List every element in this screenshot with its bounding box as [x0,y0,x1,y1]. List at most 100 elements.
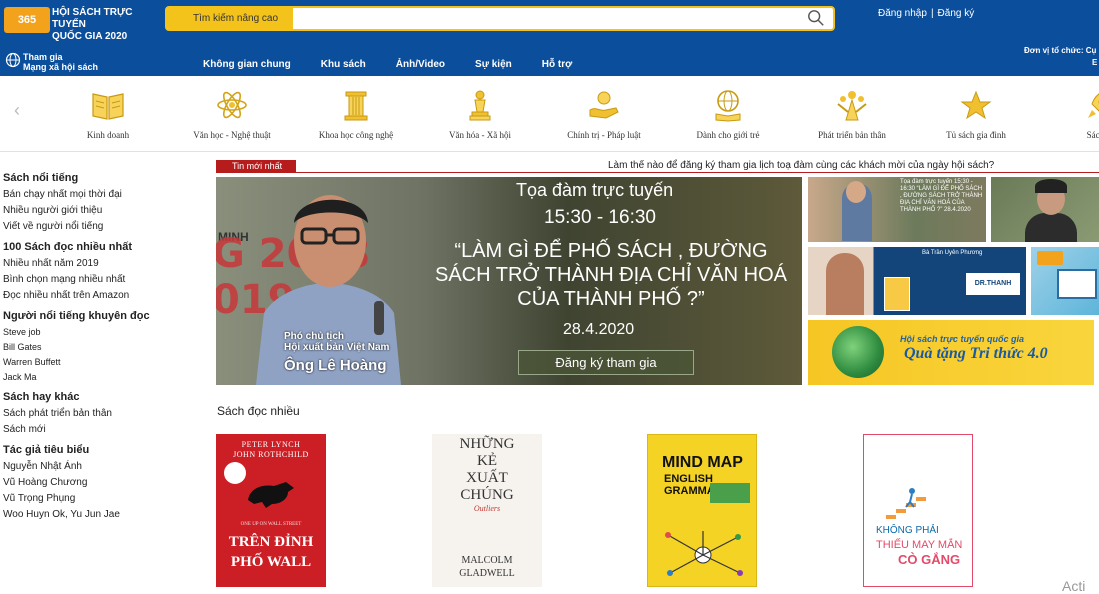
banner-title: Tọa đàm trực tuyến [516,180,674,200]
book-author: MALCOLM GLADWELL [432,554,542,580]
sidebar-group-title[interactable]: Tác giả tiêu biểu [3,444,203,456]
book-title-line-1: KHÔNG PHẢI [876,525,939,536]
search-button[interactable] [807,9,829,28]
book-card-wall-street[interactable]: PETER LYNCH JOHN ROTHCHILD ONE UP ON WAL… [216,434,326,587]
thumb-gift[interactable]: Hội sách trực tuyến quốc gia Quà tặng Tr… [808,320,1094,385]
sidebar-item[interactable]: Nhiều nhất năm 2019 [3,258,203,269]
sidebar-group-title[interactable]: Người nổi tiếng khuyên đọc [3,310,203,322]
column-icon [344,91,368,121]
book-author-1: PETER LYNCH [241,440,301,449]
sidebar-item[interactable]: Woo Huyn Ok, Yu Jun Jae [3,509,203,520]
category-van-hoa[interactable]: Văn hóa - Xã hội [434,88,526,140]
sidebar-group-recommend: Người nổi tiếng khuyên đọc Steve job Bil… [3,310,203,382]
category-phat-trien[interactable]: Phát triển bản thân [806,88,898,140]
book-title: MIND MAP [662,454,743,471]
auth-links: Đăng nhập | Đăng ký [878,8,974,19]
category-chinh-tri[interactable]: Chính trị - Pháp luật [558,88,650,140]
main-nav: Không gian chung Khu sách Ảnh/Video Sự k… [203,59,602,70]
category-label: Kinh doanh [86,130,130,140]
join-network-link[interactable]: Tham gia Mạng xã hội sách [5,52,98,72]
nav-khong-gian-chung[interactable]: Không gian chung [203,59,291,70]
book-card-khong-phai[interactable]: KHÔNG PHẢI THIẾU MAY MẮN CÒ GẮNG [863,434,973,587]
sidebar-group-authors: Tác giả tiêu biểu Nguyễn Nhật Ánh Vũ Hoà… [3,444,203,520]
nav-khu-sach[interactable]: Khu sách [321,59,366,70]
sidebar-item[interactable]: Viết về người nổi tiếng [3,221,203,232]
news-headline-link[interactable]: Làm thế nào để đăng ký tham gia lịch toạ… [608,160,994,171]
book-title-line-4: CHÚNG [460,487,514,503]
main-banner[interactable]: MINH G 2018 019 Tọa đàm trực tuyến 15:30 … [216,177,802,385]
sidebar: Sách nổi tiếng Bán chạy nhất mọi thời đạ… [3,172,203,526]
thumb-talkshow-text: Tọa đàm trực tuyến 15:30 - 16:30 “LÀM GÌ… [900,179,983,213]
book-title-line-2: THIẾU MAY MẮN [876,539,963,551]
thumb-woman [826,253,864,315]
auth-separator: | [930,8,934,19]
book-card-mind-map[interactable]: MIND MAP ENGLISH GRAMMAR [647,434,757,587]
sidebar-item[interactable]: Bill Gates [3,342,203,352]
thumb-drthanh-title: DR.THANH [966,273,1020,295]
nav-su-kien[interactable]: Sự kiện [475,59,512,70]
computer-icon [1057,269,1097,299]
sidebar-item[interactable]: Sách mới [3,424,203,435]
thumb-talkshow[interactable]: Tọa đàm trực tuyến 15:30 - 16:30 “LÀM GÌ… [808,177,986,242]
ticker-divider [296,172,1099,173]
mind-map-icon [665,531,743,576]
search-bar: Tìm kiếm nâng cao [165,6,835,31]
speaker-name: Ông Lê Hoàng [284,357,387,374]
category-kinh-doanh[interactable]: Kinh doanh [62,88,154,140]
category-label: Văn hóa - Xã hội [449,130,511,140]
category-gia-dinh[interactable]: Tủ sách gia đình [930,88,1022,140]
category-label: Văn học - Nghệ thuật [193,130,271,140]
search-input[interactable] [295,8,805,29]
sidebar-item[interactable]: Vũ Trọng Phụng [3,493,203,504]
sidebar-group-other: Sách hay khác Sách phát triển bản thân S… [3,391,203,435]
sidebar-group-title[interactable]: 100 Sách đọc nhiều nhất [3,241,203,253]
nav-ho-tro[interactable]: Hỗ trợ [542,59,572,70]
category-strip: ‹ Kinh doanh Văn học - Nghệ thuật Khoa h… [0,76,1099,152]
book-open-icon [92,93,124,120]
login-link[interactable]: Đăng nhập [878,8,927,19]
sidebar-group-title[interactable]: Sách hay khác [3,391,203,403]
sidebar-item[interactable]: Bình chọn mạng nhiều nhất [3,274,203,285]
chevron-left-icon[interactable]: ‹ [14,100,20,121]
nav-anh-video[interactable]: Ảnh/Video [396,59,445,70]
news-ticker: Tin mới nhất Làm thế nào để đăng ký tham… [216,160,1099,173]
site-logo[interactable]: 365 [4,7,50,33]
book-title-line-1: NHỮNG [459,436,515,452]
sidebar-item[interactable]: Sách phát triển bản thân [3,408,203,419]
activation-watermark: Acti [1062,578,1086,594]
category-sach-th[interactable]: Sách th [1054,88,1099,140]
sidebar-item[interactable]: Steve job [3,327,203,337]
earth-icon [832,326,884,378]
book-title: NHỮNG KẺ XUẤT CHÚNG [432,436,542,504]
thumb-online[interactable] [1031,247,1099,315]
category-khoa-hoc[interactable]: Khoa học công nghệ [310,88,402,140]
advanced-search-button[interactable]: Tìm kiếm nâng cao [167,8,293,29]
sidebar-item[interactable]: Nhiều người giới thiệu [3,205,203,216]
speaker-role-line-2: Hội xuất bản Việt Nam [284,342,390,353]
book-title-line-1: TRÊN ĐỈNH [228,534,314,550]
category-gioi-tre[interactable]: Dành cho giới trẻ [682,88,774,140]
category-label: Chính trị - Pháp luật [567,130,641,140]
book-title-line-3: CÒ GẮNG [898,552,961,567]
book-badge [710,483,750,503]
network-line-1: Tham gia [23,52,63,62]
star-icon [960,90,992,120]
thumb-drthanh-caption: Bà Trần Uyên Phương [922,250,983,256]
category-label: Dành cho giới trẻ [696,130,760,140]
sidebar-item[interactable]: Đọc nhiều nhất trên Amazon [3,290,203,301]
sidebar-item[interactable]: Nguyễn Nhật Ánh [3,461,203,472]
sidebar-item[interactable]: Jack Ma [3,372,203,382]
category-van-hoc[interactable]: Văn học - Nghệ thuật [186,88,278,140]
thumb-guest[interactable] [991,177,1099,242]
site-logo-text[interactable]: HỘI SÁCH TRỰC TUYẾN QUỐC GIA 2020 [52,7,162,43]
register-button[interactable]: Đăng ký tham gia [518,350,694,375]
thumb-drthanh[interactable]: Bà Trần Uyên Phương DR.THANH [808,247,1026,315]
sidebar-item[interactable]: Bán chạy nhất mọi thời đại [3,189,203,200]
sidebar-item[interactable]: Warren Buffett [3,357,203,367]
sidebar-group-title[interactable]: Sách nổi tiếng [3,172,203,184]
book-card-outliers[interactable]: NHỮNG KẺ XUẤT CHÚNG Outliers MALCOLM GLAD… [432,434,542,587]
register-link[interactable]: Đăng ký [938,8,975,19]
site-header: 365 HỘI SÁCH TRỰC TUYẾN QUỐC GIA 2020 Tì… [0,0,1099,76]
sidebar-item[interactable]: Vũ Hoàng Chương [3,477,203,488]
section-title-most-read: Sách đọc nhiều [217,404,300,418]
